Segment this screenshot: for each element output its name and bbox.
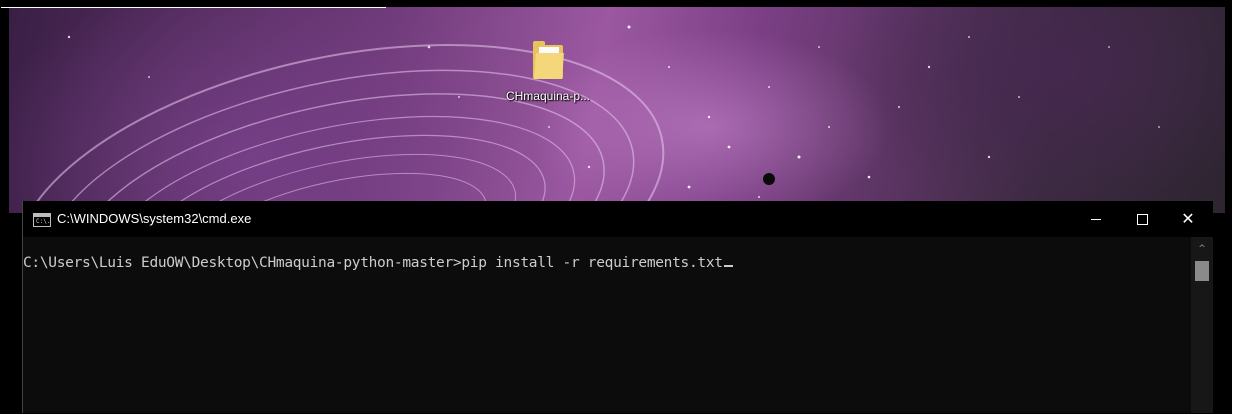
title-bar[interactable]: C:\. C:\WINDOWS\system32\cmd.exe ✕ — [23, 201, 1213, 237]
text-cursor — [723, 265, 733, 267]
desktop-wallpaper: CHmaquina-p... — [9, 7, 1225, 213]
cmd-app-icon[interactable]: C:\. — [33, 213, 51, 227]
window-title: C:\WINDOWS\system32\cmd.exe — [57, 211, 252, 226]
minimize-button[interactable] — [1073, 201, 1119, 237]
console-prompt: C:\Users\Luis EduOW\Desktop\CHmaquina-py… — [23, 255, 462, 271]
desktop-folder-shortcut[interactable]: CHmaquina-p... — [493, 41, 603, 103]
galaxy-wallpaper — [13, 25, 1160, 213]
top-black-bar — [1, 1, 386, 8]
close-icon: ✕ — [1181, 209, 1195, 228]
scroll-up-arrow-icon[interactable]: ^ — [1191, 243, 1213, 255]
maximize-icon — [1137, 214, 1148, 225]
cmd-window[interactable]: C:\. C:\WINDOWS\system32\cmd.exe ✕ C:\Us… — [22, 201, 1213, 413]
console-command: pip install -r requirements.txt — [461, 255, 723, 271]
folder-icon — [533, 41, 564, 79]
desktop-icon-label: CHmaquina-p... — [505, 89, 591, 103]
cmd-app-icon-text: C:\. — [36, 218, 51, 225]
minimize-icon — [1091, 219, 1101, 220]
scroll-thumb[interactable] — [1195, 261, 1209, 281]
console-area[interactable]: C:\Users\Luis EduOW\Desktop\CHmaquina-py… — [23, 237, 1191, 413]
screenshot-frame: CHmaquina-p... C:\. C:\WINDOWS\system32\… — [0, 0, 1232, 414]
console-line: C:\Users\Luis EduOW\Desktop\CHmaquina-py… — [23, 255, 733, 271]
close-button[interactable]: ✕ — [1165, 201, 1211, 237]
maximize-button[interactable] — [1119, 201, 1165, 237]
vertical-scrollbar[interactable]: ^ — [1191, 237, 1213, 413]
